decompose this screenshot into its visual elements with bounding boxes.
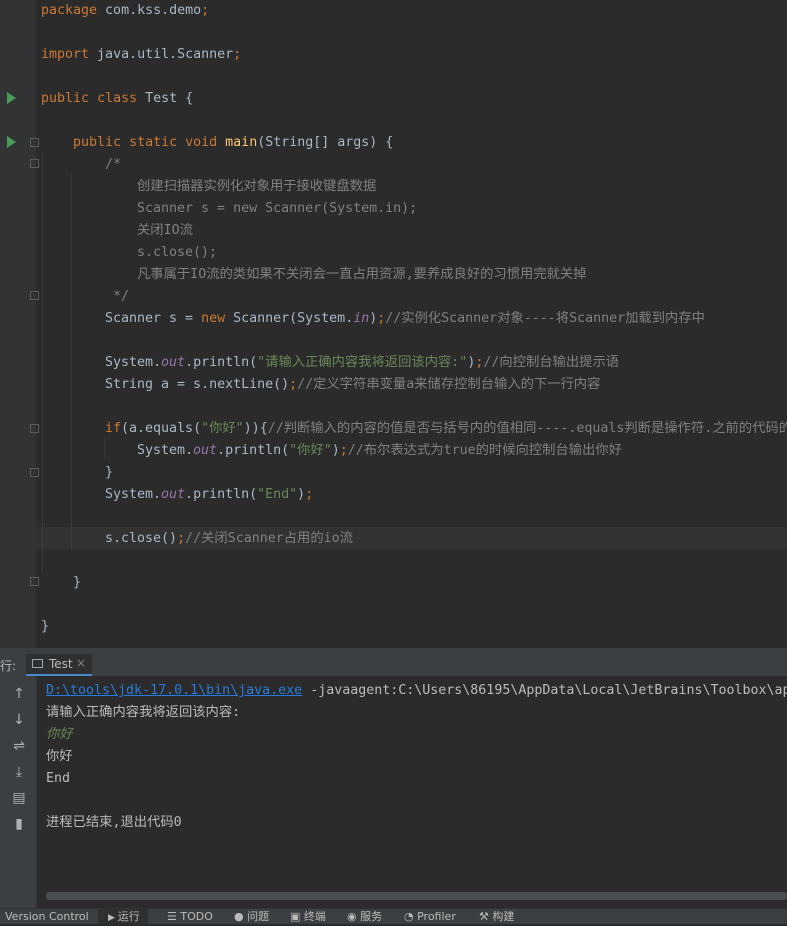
play-icon: ▶: [108, 913, 118, 923]
fold-icon[interactable]: [30, 468, 39, 477]
tool-todo[interactable]: ☰ TODO: [167, 909, 213, 924]
code-line-main-decl: public static void main(String[] args) {: [73, 135, 394, 150]
console-prompt-line: 请输入正确内容我将返回该内容:: [46, 705, 241, 720]
horizontal-scrollbar[interactable]: [46, 892, 787, 900]
tool-terminal[interactable]: ▣ 终端: [290, 909, 326, 924]
run-main-icon[interactable]: [7, 136, 16, 148]
java-exe-link[interactable]: D:\tools\jdk-17.0.1\bin\java.exe: [46, 683, 302, 698]
code-line-if-close: }: [105, 465, 114, 480]
code-line-close-scanner: s.close();//关闭Scanner占用的io流: [105, 531, 353, 546]
console-output-line: 你好: [46, 749, 73, 764]
arrow-up-icon[interactable]: ↑: [11, 686, 27, 702]
print-icon[interactable]: ▤: [11, 790, 27, 806]
arrow-down-icon[interactable]: ↓: [11, 712, 27, 728]
tool-profiler[interactable]: ◔ Profiler: [404, 909, 456, 924]
editor-gutter: [0, 0, 36, 648]
tool-version-control[interactable]: Version Control: [5, 909, 89, 924]
hammer-icon: ⚒: [479, 910, 493, 923]
comment-line: 创建扫描器实例化对象用于接收键盘数据: [137, 179, 377, 194]
tool-build[interactable]: ⚒ 构建: [479, 909, 514, 924]
services-icon: ◉: [347, 910, 361, 923]
tab-test-label: Test: [49, 657, 73, 671]
fold-icon[interactable]: [30, 138, 39, 147]
tab-test[interactable]: Test ×: [26, 654, 92, 676]
console-tab-icon: [32, 659, 43, 668]
code-line-class-decl: public class Test {: [41, 91, 194, 106]
tool-problems[interactable]: ● 问题: [234, 909, 269, 924]
code-line-class-close: }: [41, 619, 50, 634]
code-line-nextline: String a = s.nextLine();//定义字符串变量a来储存控制台…: [105, 377, 601, 392]
info-icon: ●: [234, 910, 248, 923]
tool-window-bar: Version Control ▶ 运行 ☰ TODO ● 问题 ▣ 终端 ◉ …: [0, 908, 787, 924]
code-line-main-close: }: [73, 575, 82, 590]
run-class-icon[interactable]: [7, 92, 16, 104]
comment-line: s.close();: [137, 245, 218, 260]
fold-icon[interactable]: [30, 577, 39, 586]
comment-line: 凡事属于IO流的类如果不关闭会一直占用资源,要养成良好的习惯用完就关掉: [137, 267, 587, 282]
list-icon: ☰: [167, 910, 181, 923]
console-exit-line: 进程已结束,退出代码0: [46, 815, 182, 830]
console-command-line: D:\tools\jdk-17.0.1\bin\java.exe -javaag…: [46, 683, 787, 698]
run-console[interactable]: ↑ ↓ ⇌ ⤓ ▤ ▮ D:\tools\jdk-17.0.1\bin\java…: [0, 676, 787, 908]
scroll-to-end-icon[interactable]: ⤓: [11, 764, 27, 780]
code-line-println-nihao: System.out.println("你好");//布尔表达式为true的时候…: [137, 443, 622, 458]
code-editor[interactable]: package com.kss.demo; import java.util.S…: [0, 0, 787, 648]
run-label: 行:: [0, 659, 17, 673]
soft-wrap-icon[interactable]: ⇌: [11, 738, 27, 754]
code-line-import: import java.util.Scanner;: [41, 47, 242, 62]
profiler-icon: ◔: [404, 910, 418, 923]
fold-icon[interactable]: [30, 159, 39, 168]
console-toolbar: ↑ ↓ ⇌ ⤓ ▤ ▮: [0, 676, 37, 908]
comment-line: */: [113, 289, 130, 304]
indent-guide: [104, 438, 105, 458]
fold-icon[interactable]: [30, 424, 39, 433]
code-line-package: package com.kss.demo;: [41, 3, 210, 18]
console-input-echo: 你好: [46, 727, 73, 742]
comment-line: 关闭IO流: [137, 223, 193, 238]
tool-run[interactable]: ▶ 运行: [98, 909, 148, 924]
close-icon[interactable]: ×: [76, 656, 86, 670]
terminal-icon: ▣: [290, 910, 304, 923]
comment-line: Scanner s = new Scanner(System.in);: [137, 201, 418, 216]
code-line-println-end: System.out.println("End");: [105, 487, 314, 502]
code-line-scanner-new: Scanner s = new Scanner(System.in);//实例化…: [105, 311, 705, 326]
code-line-if: if(a.equals("你好")){//判断输入的内容的值是否与括号内的值相同…: [105, 421, 787, 436]
comment-line: /*: [105, 157, 122, 172]
fold-icon[interactable]: [30, 291, 39, 300]
indent-guide: [71, 174, 72, 550]
console-output-line: End: [46, 771, 71, 786]
run-tool-window-header: 行: Test ×: [0, 654, 787, 676]
code-line-println-prompt: System.out.println("请输入正确内容我将返回该内容:");//…: [105, 355, 620, 370]
tool-services[interactable]: ◉ 服务: [347, 909, 382, 924]
trash-icon[interactable]: ▮: [11, 816, 27, 832]
indent-guide: [42, 152, 43, 572]
